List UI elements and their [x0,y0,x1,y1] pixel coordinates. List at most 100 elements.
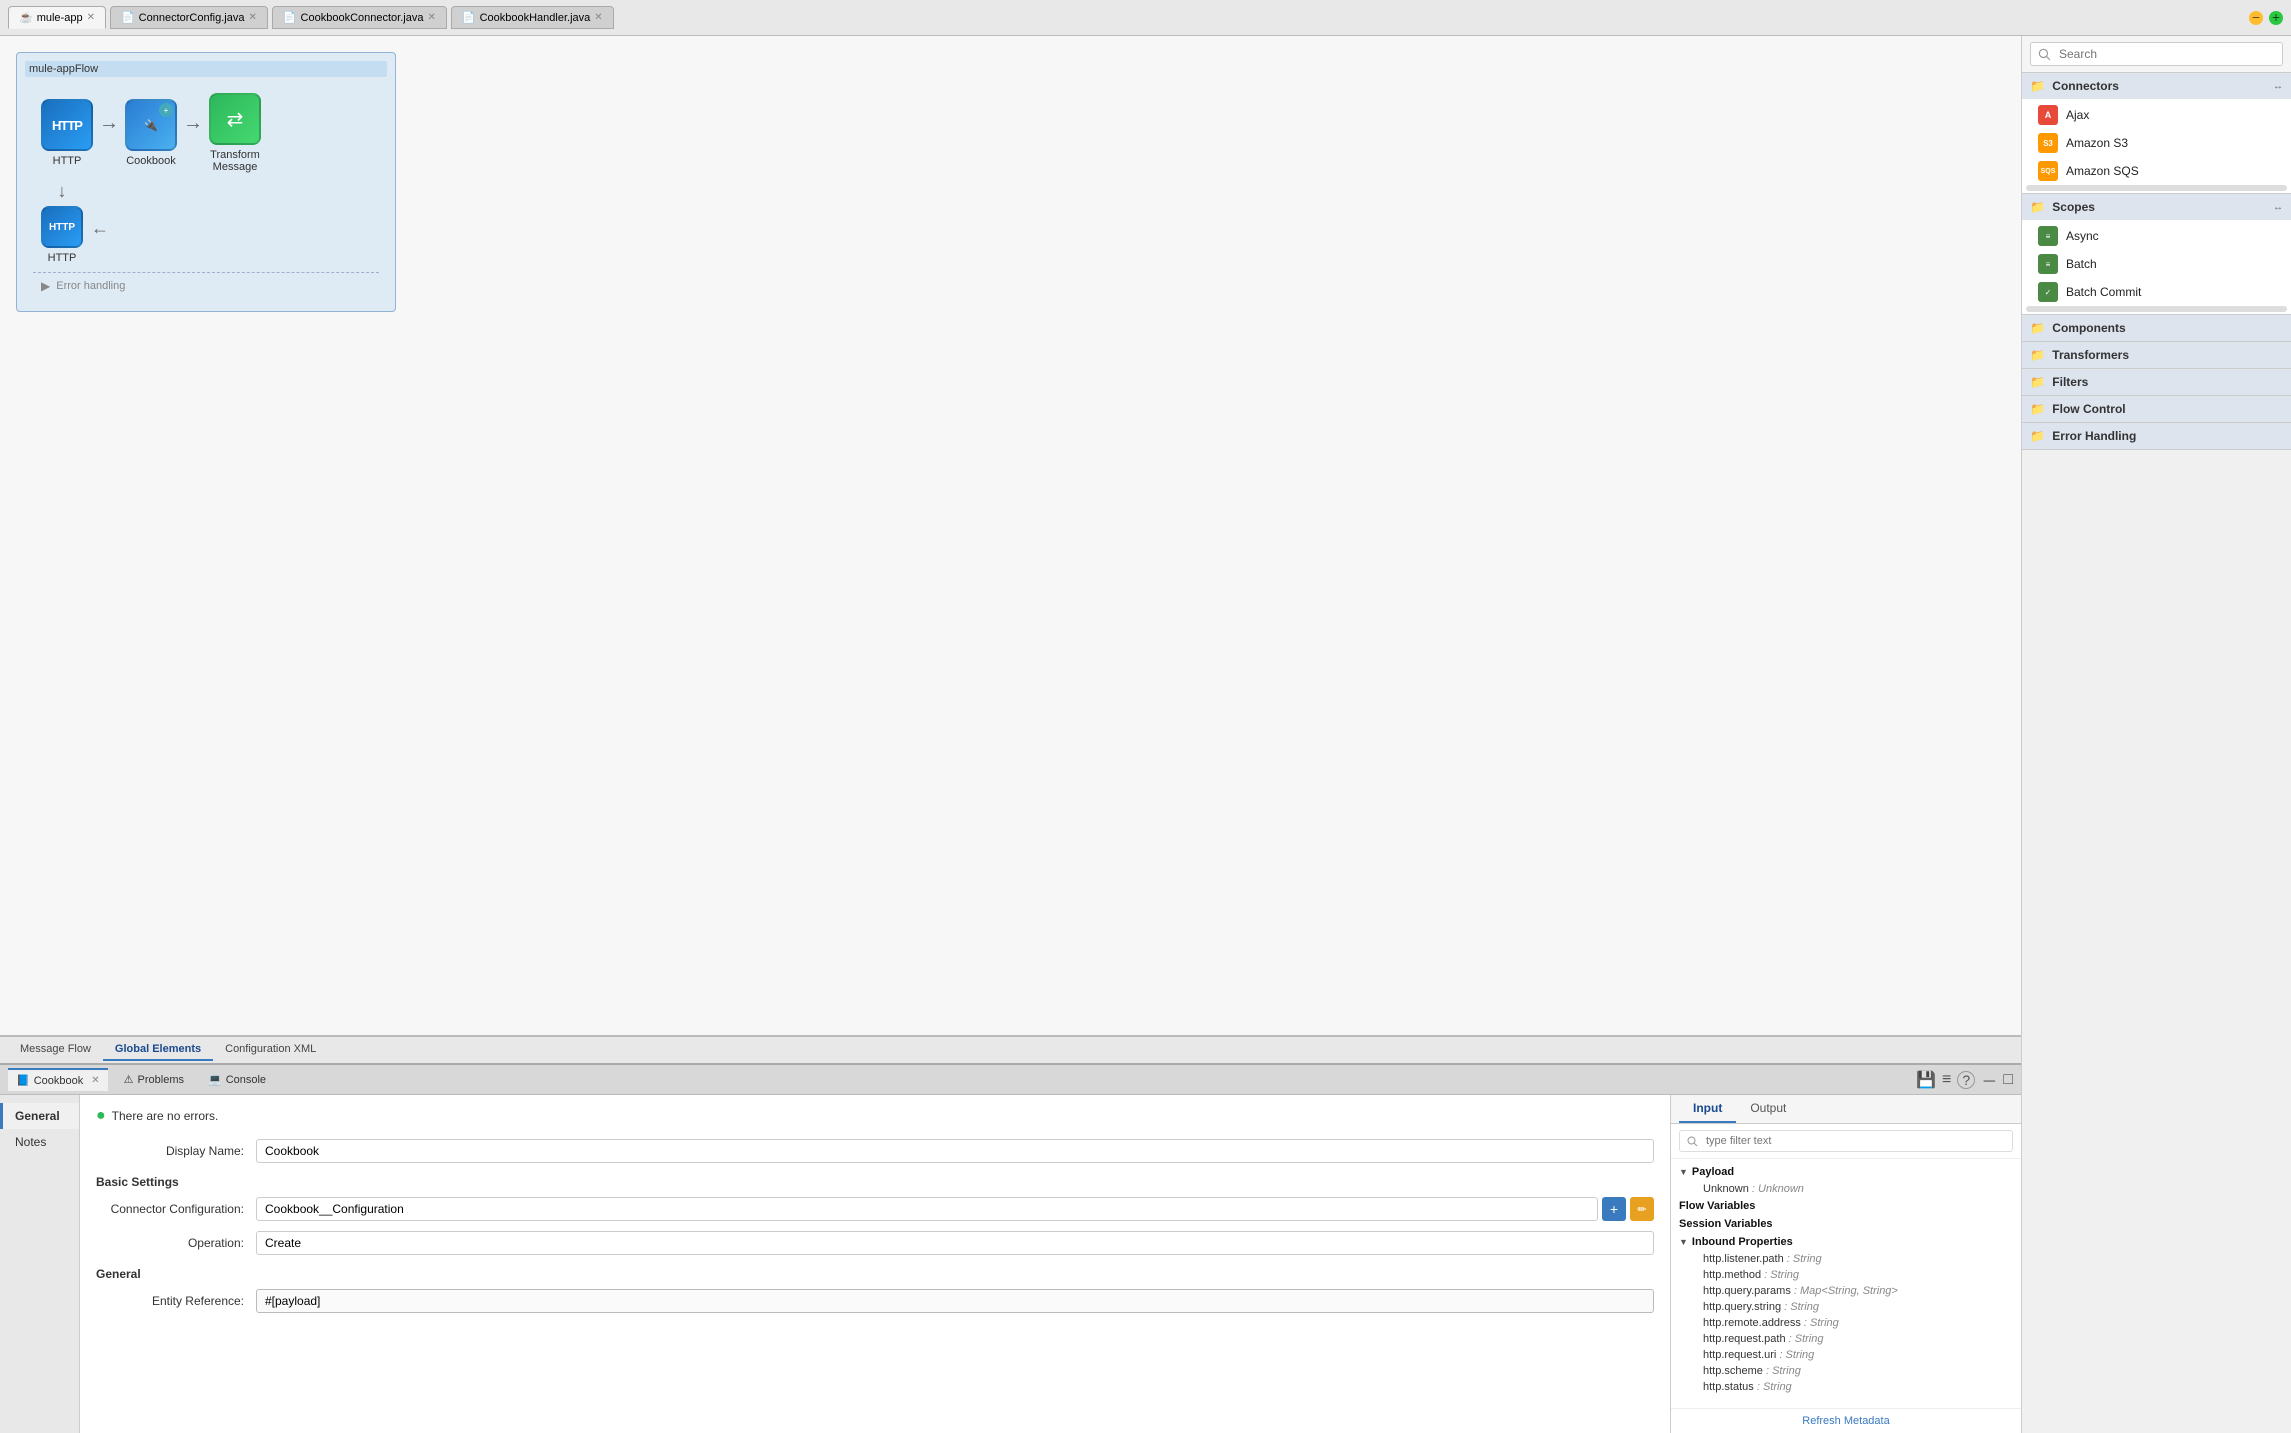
tree-section-inbound[interactable]: ▼ Inbound Properties [1671,1233,2021,1251]
sidebar-section-flow-control: 📁 Flow Control [2022,396,2291,423]
edit-config-button[interactable]: ✏ [1630,1197,1654,1221]
panel-tab-console[interactable]: 💻 Console [200,1069,274,1090]
node-label-http: HTTP [53,155,82,167]
save-icon[interactable]: 💾 [1916,1070,1936,1090]
flow-canvas[interactable]: mule-appFlow HTTP HTTP → 🔌 + [0,36,2021,1035]
amazon-sqs-label: Amazon SQS [2066,164,2139,178]
arrow-1: → [99,112,119,135]
panel-tab-cookbook[interactable]: 📘 Cookbook ✕ [8,1068,108,1091]
flow-node-http-bottom[interactable]: HTTP HTTP [41,206,83,264]
flow-control-label: Flow Control [2052,402,2125,416]
side-nav-notes[interactable]: Notes [0,1129,79,1155]
error-handling-label: Error handling [56,280,125,292]
sidebar-section-scopes: 📁 Scopes ↔ ≡ Async ≡ [2022,194,2291,315]
tab-input[interactable]: Input [1679,1095,1736,1123]
cookbook-badge: + [159,103,173,117]
tab-icon: 📄 [121,11,135,24]
expand-panel-icon[interactable]: □ [2003,1071,2013,1089]
node-label-cookbook: Cookbook [126,155,176,167]
sidebar-section-header-transformers[interactable]: 📁 Transformers [2022,342,2291,368]
sidebar-section-header-error-handling[interactable]: 📁 Error Handling [2022,423,2291,449]
sidebar-item-async[interactable]: ≡ Async [2022,222,2291,250]
connector-config-row: Connector Configuration: Cookbook__Confi… [96,1197,1654,1221]
tree-section-flow-vars[interactable]: Flow Variables [1671,1197,2021,1215]
right-search-input[interactable] [1679,1130,2013,1152]
help-icon[interactable]: ? [1957,1071,1975,1089]
window-controls: － ＋ [2249,11,2283,25]
sidebar-section-header-filters[interactable]: 📁 Filters [2022,369,2291,395]
problems-label: Problems [138,1074,184,1086]
http-bottom-icon: HTTP [49,222,75,233]
batch-commit-icon: ✓ [2038,282,2058,302]
minimize-button[interactable]: － [2249,11,2263,25]
tree-leaf-listener-path: http.listener.path : String [1683,1251,2021,1267]
tree-section-payload[interactable]: ▼ Payload [1671,1163,2021,1181]
tree-leaf-method: http.method : String [1683,1267,2021,1283]
tab-message-flow[interactable]: Message Flow [8,1039,103,1061]
flow-node-transform[interactable]: ⇄ TransformMessage [209,93,261,173]
tree-section-session-vars[interactable]: Session Variables [1671,1215,2021,1233]
sidebar-section-header-connectors[interactable]: 📁 Connectors ↔ [2022,73,2291,99]
refresh-metadata-button[interactable]: Refresh Metadata [1671,1408,2021,1433]
transform-icon: ⇄ [227,107,244,132]
flow-vars-label: Flow Variables [1679,1200,1755,1212]
list-icon[interactable]: ≡ [1942,1071,1951,1089]
right-sidebar: 📁 Connectors ↔ A Ajax S3 [2021,36,2291,1433]
tab-output[interactable]: Output [1736,1095,1800,1123]
operation-row: Operation: Create [96,1231,1654,1255]
search-input[interactable] [2030,42,2283,66]
tab-global-elements[interactable]: Global Elements [103,1039,213,1061]
minimize-panel-icon[interactable]: － [1981,1068,1997,1092]
panel-tab-problems[interactable]: ⚠ Problems [116,1069,192,1090]
tab-connector-config[interactable]: 📄 ConnectorConfig.java ✕ [110,6,268,29]
tab-label: mule-app [37,12,83,24]
node-icon-transform: ⇄ [209,93,261,145]
console-icon: 💻 [208,1073,222,1086]
add-config-button[interactable]: + [1602,1197,1626,1221]
success-message: ● There are no errors. [96,1107,1654,1125]
connector-config-select[interactable]: Cookbook__Configuration [256,1197,1598,1221]
problems-icon: ⚠ [124,1073,134,1086]
sidebar-item-amazon-sqs[interactable]: SQS Amazon SQS [2022,157,2291,185]
inbound-group: http.listener.path : String http.method … [1671,1251,2021,1395]
tab-configuration-xml[interactable]: Configuration XML [213,1039,328,1061]
lower-panel-header: 📘 Cookbook ✕ ⚠ Problems 💻 Console 💾 ≡ ? … [0,1065,2021,1095]
tab-icon: 📄 [283,11,297,24]
tab-cookbook-handler[interactable]: 📄 CookbookHandler.java ✕ [451,6,614,29]
tab-cookbook-connector[interactable]: 📄 CookbookConnector.java ✕ [272,6,447,29]
payload-group: Unknown : Unknown [1671,1181,2021,1197]
flow-node-http[interactable]: HTTP HTTP [41,99,93,167]
sidebar-item-ajax[interactable]: A Ajax [2022,101,2291,129]
maximize-button[interactable]: ＋ [2269,11,2283,25]
error-handling[interactable]: ▶ Error handling [33,272,379,299]
operation-select[interactable]: Create [256,1231,1654,1255]
tree-leaf-query-string: http.query.string : String [1683,1299,2021,1315]
display-name-input[interactable] [256,1139,1654,1163]
close-icon[interactable]: ✕ [87,12,95,23]
connector-config-label: Connector Configuration: [96,1202,256,1216]
entity-ref-input[interactable] [256,1289,1654,1313]
payload-label: Payload [1692,1166,1734,1178]
sidebar-scroll: 📁 Connectors ↔ A Ajax S3 [2022,73,2291,1433]
right-panel-search-container [1671,1124,2021,1159]
close-icon[interactable]: ✕ [427,12,435,23]
sidebar-section-header-scopes[interactable]: 📁 Scopes ↔ [2022,194,2291,220]
batch-icon: ≡ [2038,254,2058,274]
success-icon: ● [96,1107,106,1125]
close-icon[interactable]: ✕ [594,12,602,23]
sidebar-item-batch[interactable]: ≡ Batch [2022,250,2291,278]
close-icon[interactable]: ✕ [248,12,256,23]
tab-mule-app[interactable]: ☕ mule-app ✕ [8,6,106,29]
expand-connectors-icon: ↔ [2273,81,2283,92]
sidebar-item-amazon-s3[interactable]: S3 Amazon S3 [2022,129,2291,157]
expand-scopes-icon: ↔ [2273,202,2283,213]
folder-icon-error-handling: 📁 [2030,429,2045,443]
sidebar-section-header-components[interactable]: 📁 Components [2022,315,2291,341]
side-nav-general[interactable]: General [0,1103,79,1129]
cookbook-tab-label: Cookbook [34,1075,84,1087]
folder-icon-connectors: 📁 [2030,79,2045,93]
sidebar-item-batch-commit[interactable]: ✓ Batch Commit [2022,278,2291,306]
cookbook-close-icon[interactable]: ✕ [91,1075,99,1086]
flow-node-cookbook[interactable]: 🔌 + Cookbook [125,99,177,167]
sidebar-section-header-flow-control[interactable]: 📁 Flow Control [2022,396,2291,422]
